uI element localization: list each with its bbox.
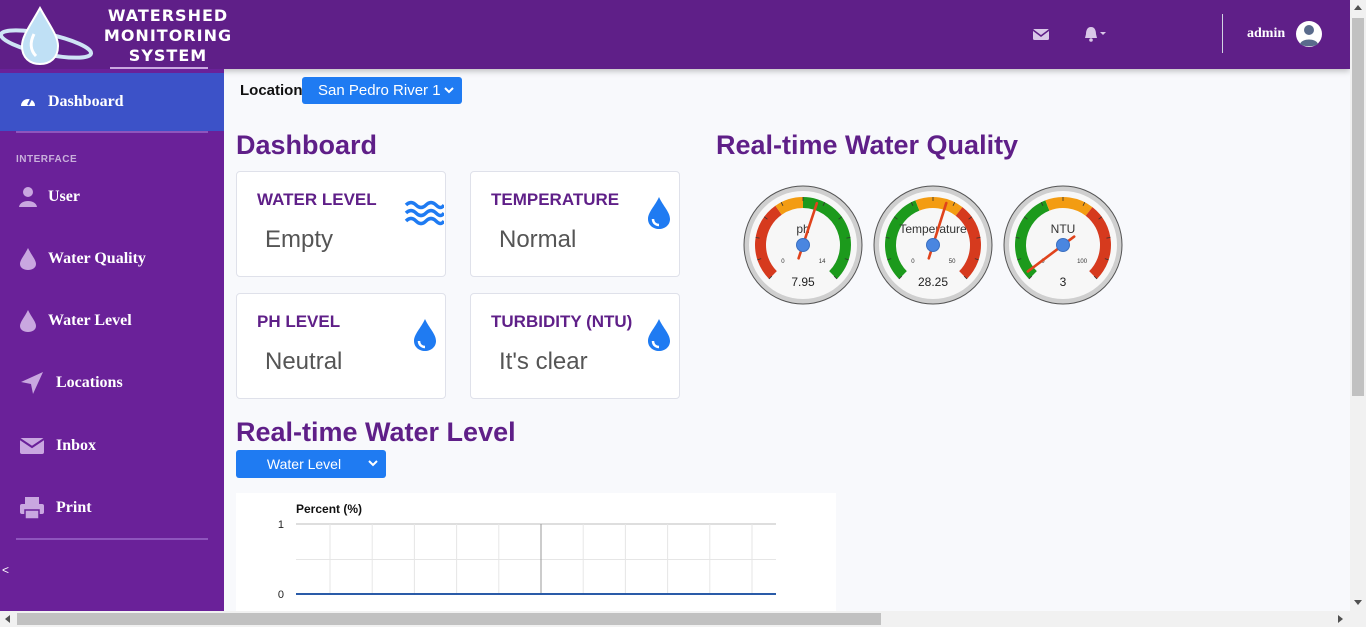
sidebar-item-label: Print [56,499,92,516]
sidebar-item-print[interactable]: Print [0,488,224,528]
sidebar-item-water-quality[interactable]: Water Quality [0,239,224,279]
sidebar-item-label: Dashboard [48,93,124,110]
sidebar-item-label: Locations [56,374,123,391]
user-name[interactable]: admin [1247,26,1285,42]
scroll-up-arrow-icon[interactable] [1354,5,1362,10]
brand-line: SYSTEM [128,46,208,65]
avatar-icon[interactable] [1295,19,1323,49]
envelope-icon [16,434,48,458]
card-value: It's clear [499,348,588,375]
water-level-chart-svg: Percent (%) 1 0 [278,502,776,601]
location-select[interactable]: San Pedro River 1 [302,77,462,104]
gauge-label: NTU [1051,222,1076,236]
user-icon [16,185,40,209]
gauge-max-label: 14 [819,259,826,265]
gauge-value: 7.95 [791,275,815,289]
sidebar-item-label: Water Quality [48,250,146,267]
water-drop-icon [16,309,40,333]
ph-level-card: PH LEVEL Neutral [236,293,446,399]
location-label: Location [240,82,303,99]
sidebar-item-water-level[interactable]: Water Level [0,301,224,341]
chevron-down-icon [368,460,378,467]
gauge-hub [1056,238,1070,252]
gauge-hub [926,238,940,252]
sidebar-heading: INTERFACE [16,154,78,165]
dashboard-title: Dashboard [236,130,378,160]
card-title: TEMPERATURE [491,190,620,209]
chart-y-tick-label: 1 [278,519,284,531]
sidebar-item-label: Water Level [48,312,132,329]
water-level-select-value: Water Level [266,456,342,472]
water-drop-icon [648,197,670,229]
sidebar-item-label: User [48,188,80,205]
gauge-label: Temperature [899,222,967,236]
horizontal-scrollbar-thumb[interactable] [17,613,881,625]
card-value: Empty [265,226,334,253]
water-level-card: WATER LEVEL Empty [236,171,446,277]
chart-y-tick-label: 0 [278,589,284,601]
vertical-scrollbar-thumb[interactable] [1352,18,1364,396]
card-value: Neutral [265,348,343,375]
gauge-max-label: 50 [949,259,956,265]
sidebar-toggle-button[interactable]: < [2,563,9,577]
brand-line: WATERSHED [107,6,229,25]
ph-gauge: 0 14ph7.95 [743,185,863,305]
location-select-value: San Pedro River 1 [318,82,441,99]
envelope-icon[interactable] [1031,24,1051,44]
card-title: TURBIDITY (NTU) [491,312,633,331]
water-quality-title: Real-time Water Quality [716,130,1019,160]
ntu-gauge: 0 100NTU3 [1003,185,1123,305]
sidebar-divider [16,538,208,540]
gauge-value: 28.25 [918,275,948,289]
sidebar: Dashboard INTERFACE User Water Quality W… [0,69,224,611]
water-drop-icon [414,319,436,351]
water-waves-icon [404,200,444,226]
card-title: WATER LEVEL [257,190,377,209]
water-drop-icon [648,319,670,351]
scroll-left-arrow-icon[interactable] [5,615,10,623]
water-drop-icon [16,247,40,271]
tachometer-icon [16,90,40,114]
chart-y-axis-label: Percent (%) [296,502,362,516]
scroll-right-arrow-icon[interactable] [1338,615,1343,623]
brand-title: WATERSHED MONITORING SYSTEM [96,6,240,66]
card-value: Normal [499,226,577,253]
water-level-title: Real-time Water Level [236,417,516,447]
chevron-down-icon [444,87,454,94]
water-level-select[interactable]: Water Level [236,450,386,478]
topbar: WATERSHED MONITORING SYSTEM admin [0,0,1350,69]
printer-icon [16,496,48,520]
gauge-value: 3 [1060,275,1067,289]
card-title: PH LEVEL [257,312,341,331]
water-drop-logo-icon [0,5,94,66]
bell-dropdown-icon[interactable] [1082,24,1108,44]
gauge-max-label: 100 [1077,259,1088,265]
topbar-divider [1222,14,1223,53]
sidebar-item-locations[interactable]: Locations [0,363,224,403]
scroll-down-arrow-icon[interactable] [1354,600,1362,605]
brand-line: MONITORING [103,26,233,45]
sidebar-item-inbox[interactable]: Inbox [0,426,224,466]
water-level-chart: Percent (%) 1 0 [236,493,836,611]
temperature-gauge: 0 50Temperature28.25 [873,185,993,305]
gauge-hub [796,238,810,252]
turbidity-card: TURBIDITY (NTU) It's clear [470,293,680,399]
sidebar-divider [16,131,208,133]
sidebar-item-label: Inbox [56,437,97,454]
sidebar-item-user[interactable]: User [0,177,224,217]
sidebar-item-dashboard-link[interactable]: Dashboard [0,82,224,122]
location-arrow-icon [16,371,48,395]
temperature-card: TEMPERATURE Normal [470,171,680,277]
